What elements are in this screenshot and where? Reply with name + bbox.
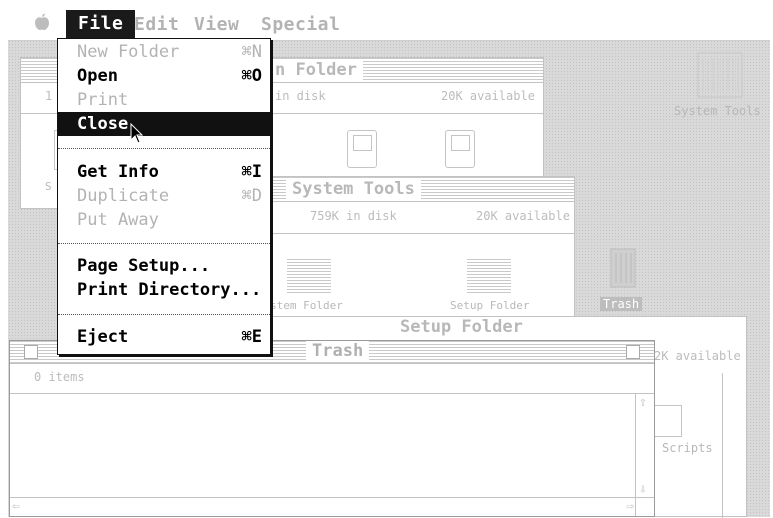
file-menu-dropdown: New Folder ⌘N Open ⌘O Print Close Get In… [57,38,271,355]
system-tools-icon-label: System Tools [674,104,761,118]
system-folder-disk: in disk [275,89,326,103]
trash-title: Trash [306,341,370,361]
menu-item-shortcut: ⌘I [241,162,262,182]
horizontal-scrollbar[interactable]: ⇦ ⇨ [10,497,636,516]
system-folder-count: 1 [45,89,53,103]
menu-edit[interactable]: Edit [134,14,179,35]
mouse-pointer-icon [130,123,144,144]
menu-separator [58,243,270,244]
system-folder-available: 20K available [441,89,535,103]
system-tools-title: System Tools [286,179,421,199]
menu-item-shortcut: ⌘N [241,42,262,62]
system-tools-disk: 759K in disk [310,209,397,223]
apple-icon[interactable] [34,13,50,36]
setup-folder-scroll-divider [722,373,723,518]
menu-item-open[interactable]: Open ⌘O [58,64,270,88]
scroll-up-arrow-icon[interactable]: ⇧ [639,395,647,410]
menu-file[interactable]: File [66,10,136,40]
scripts-folder-icon[interactable] [654,405,682,437]
menu-item-label: Print [77,90,129,110]
scroll-right-arrow-icon[interactable]: ⇨ [626,499,634,514]
setup-folder-icon[interactable] [467,259,511,293]
system-tools-window[interactable]: System Tools 759K in disk 20K available … [269,176,575,326]
trash-window[interactable]: Trash 0 items ⇧ ⇩ ⇦ ⇨ [9,340,655,517]
scroll-down-arrow-icon[interactable]: ⇩ [639,482,647,497]
menu-item-label: Page Setup... [77,256,211,276]
mac-icon[interactable] [347,130,377,168]
trash-content-divider [10,393,654,394]
menu-item-label: New Folder [77,42,180,62]
menu-item-label: Put Away [77,210,159,230]
menu-item-get-info[interactable]: Get Info ⌘I [58,160,270,184]
menu-item-new-folder[interactable]: New Folder ⌘N [58,40,270,64]
trash-icon[interactable] [608,247,638,289]
setup-folder-title: Setup Folder [394,317,529,337]
menu-item-put-away[interactable]: Put Away [58,208,270,232]
menu-item-shortcut: ⌘O [241,66,262,86]
menu-item-page-setup[interactable]: Page Setup... [58,254,270,278]
scripts-label: Scripts [662,441,713,455]
vertical-scrollbar[interactable]: ⇧ ⇩ [635,394,654,498]
menu-item-label: Duplicate [77,186,170,206]
zoom-box[interactable] [626,345,640,359]
menu-item-close[interactable]: Close [58,112,270,136]
trash-icon-label: Trash [600,297,643,311]
menu-item-print[interactable]: Print [58,88,270,112]
system-tools-icon-right-label: Setup Folder [450,299,530,312]
menu-item-label: Eject [77,327,129,347]
menu-item-label: Get Info [77,162,159,182]
menu-bar: File Edit View Special [8,10,770,41]
setup-folder-available: 2K available [654,349,741,363]
menu-view[interactable]: View [194,14,239,35]
system-folder-title: n Folder [269,60,363,80]
system-tools-available: 20K available [476,209,570,223]
system-folder-folder-icon[interactable] [287,259,331,293]
menu-item-shortcut: ⌘D [241,186,262,206]
size-box[interactable] [635,497,654,516]
menu-item-label: Open [77,66,118,86]
menu-separator [58,148,270,149]
mac-icon[interactable] [445,130,475,168]
system-folder-item-label: S [45,180,52,193]
trash-item-count: 0 items [34,370,85,384]
system-tools-icon-left-label: stem Folder [270,299,343,312]
menu-item-label: Print Directory... [77,280,262,300]
menu-special[interactable]: Special [261,14,340,35]
system-tools-disk-icon[interactable] [697,52,743,98]
close-box[interactable] [24,345,38,359]
menu-item-shortcut: ⌘E [241,327,262,347]
menu-item-print-directory[interactable]: Print Directory... [58,278,270,302]
menu-separator [58,314,270,315]
menu-item-duplicate[interactable]: Duplicate ⌘D [58,184,270,208]
menu-item-label: Close [77,114,129,134]
scroll-left-arrow-icon[interactable]: ⇦ [12,499,20,514]
menu-item-eject[interactable]: Eject ⌘E [58,325,270,349]
